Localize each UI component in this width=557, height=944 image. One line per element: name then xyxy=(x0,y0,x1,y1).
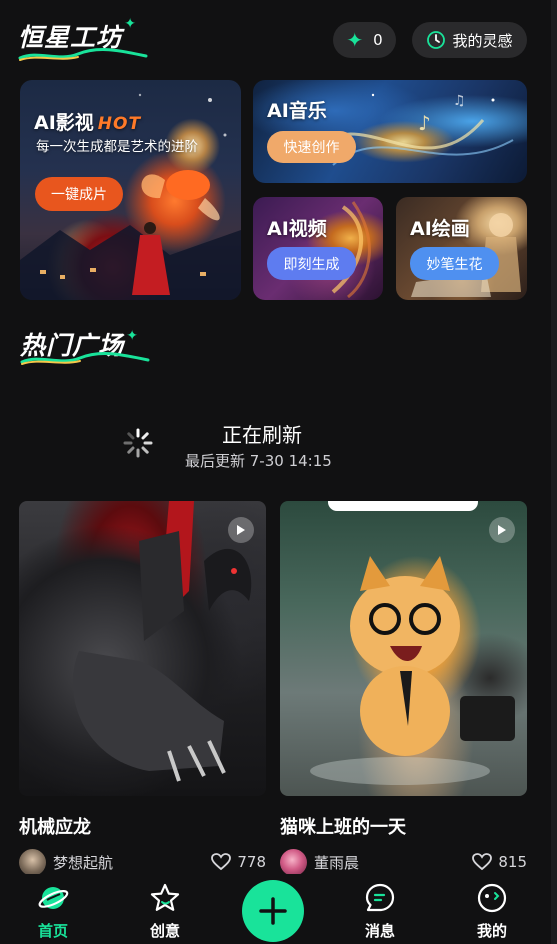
nav-messages[interactable]: 消息 xyxy=(350,882,410,941)
my-inspiration-button[interactable]: 我的灵感 xyxy=(412,22,527,58)
clock-icon xyxy=(427,31,446,49)
section-title-popular: 热门广场 ✦ xyxy=(20,326,150,365)
author-name[interactable]: 董雨晨 xyxy=(314,852,472,873)
svg-text:♪: ♪ xyxy=(418,111,431,135)
create-button[interactable] xyxy=(242,880,304,942)
video-play-icon[interactable] xyxy=(489,517,515,543)
post-card[interactable]: 机械应龙 梦想起航 778 xyxy=(19,501,266,876)
planet-icon xyxy=(38,887,69,909)
feature-card-ai-video[interactable]: AI视频 即刻生成 xyxy=(253,197,383,300)
brush-magic-button[interactable]: 妙笔生花 xyxy=(410,247,499,280)
nav-home[interactable]: 首页 xyxy=(23,882,83,941)
star-outline-icon xyxy=(150,883,180,911)
avatar[interactable] xyxy=(280,848,307,876)
bottom-nav: 首页 创意 消息 我的 xyxy=(0,874,551,944)
hot-badge: HOT xyxy=(97,114,142,134)
feature-title-ai-video: AI视频 xyxy=(267,218,327,240)
svg-text:♫: ♫ xyxy=(453,93,466,109)
heart-icon xyxy=(211,853,232,871)
dragon-illustration xyxy=(72,501,252,782)
refresh-status: 正在刷新 xyxy=(222,423,302,447)
last-updated: 最后更新 7-30 14:15 xyxy=(185,452,332,470)
brand-underline xyxy=(18,48,148,61)
feature-card-ai-music[interactable]: ♪ ♫ AI音乐 快速创作 xyxy=(253,80,527,183)
scrollbar[interactable] xyxy=(551,0,557,944)
post-image[interactable] xyxy=(19,501,266,796)
generate-now-button[interactable]: 即刻生成 xyxy=(267,247,356,280)
chat-icon xyxy=(365,883,395,912)
post-title[interactable]: 机械应龙 xyxy=(19,813,266,839)
nav-label: 消息 xyxy=(364,922,395,940)
nav-label: 创意 xyxy=(149,922,180,940)
like-count: 778 xyxy=(237,853,266,871)
one-click-film-button[interactable]: 一键成片 xyxy=(35,177,123,211)
cat-illustration xyxy=(310,556,515,785)
face-icon xyxy=(477,883,507,913)
heart-icon xyxy=(472,853,493,871)
nav-profile[interactable]: 我的 xyxy=(462,882,522,941)
like-count: 815 xyxy=(498,853,527,871)
video-play-icon[interactable] xyxy=(228,517,254,543)
section-underline xyxy=(20,352,150,365)
nav-creative[interactable]: 创意 xyxy=(135,882,195,941)
feature-subtitle: 每一次生成都是艺术的进阶 xyxy=(36,139,198,155)
author-name[interactable]: 梦想起航 xyxy=(53,852,211,873)
feature-title-ai-drawing: AI绘画 xyxy=(410,218,470,240)
post-title[interactable]: 猫咪上班的一天 xyxy=(280,813,527,839)
plus-icon xyxy=(259,897,287,925)
nav-label: 我的 xyxy=(476,922,507,940)
like-button[interactable]: 778 xyxy=(211,853,266,871)
post-meta: 董雨晨 815 xyxy=(280,848,527,876)
feature-title-ai-music: AI音乐 xyxy=(267,100,327,122)
post-card[interactable]: 猫咪上班的一天 董雨晨 815 xyxy=(280,501,527,876)
loading-spinner-icon xyxy=(123,428,153,458)
app-logo: 恒星工坊 ✦ xyxy=(18,16,148,61)
feature-card-ai-film[interactable]: AI影视 HOT 每一次生成都是艺术的进阶 一键成片 xyxy=(20,80,241,300)
post-image[interactable] xyxy=(280,501,527,796)
star-icon: ✦ xyxy=(346,28,364,52)
nav-label: 首页 xyxy=(37,922,68,940)
post-meta: 梦想起航 778 xyxy=(19,848,266,876)
sparkle-icon: ✦ xyxy=(126,328,139,344)
star-count: 0 xyxy=(373,31,383,49)
avatar[interactable] xyxy=(19,848,46,876)
feature-title-ai-film: AI影视 HOT xyxy=(34,112,142,134)
inspiration-label: 我的灵感 xyxy=(452,31,513,50)
like-button[interactable]: 815 xyxy=(472,853,527,871)
star-count-pill[interactable]: ✦ 0 xyxy=(333,22,396,58)
feature-card-ai-drawing[interactable]: AI绘画 妙笔生花 xyxy=(396,197,527,300)
sparkle-icon: ✦ xyxy=(124,16,137,32)
quick-create-button[interactable]: 快速创作 xyxy=(267,131,356,163)
